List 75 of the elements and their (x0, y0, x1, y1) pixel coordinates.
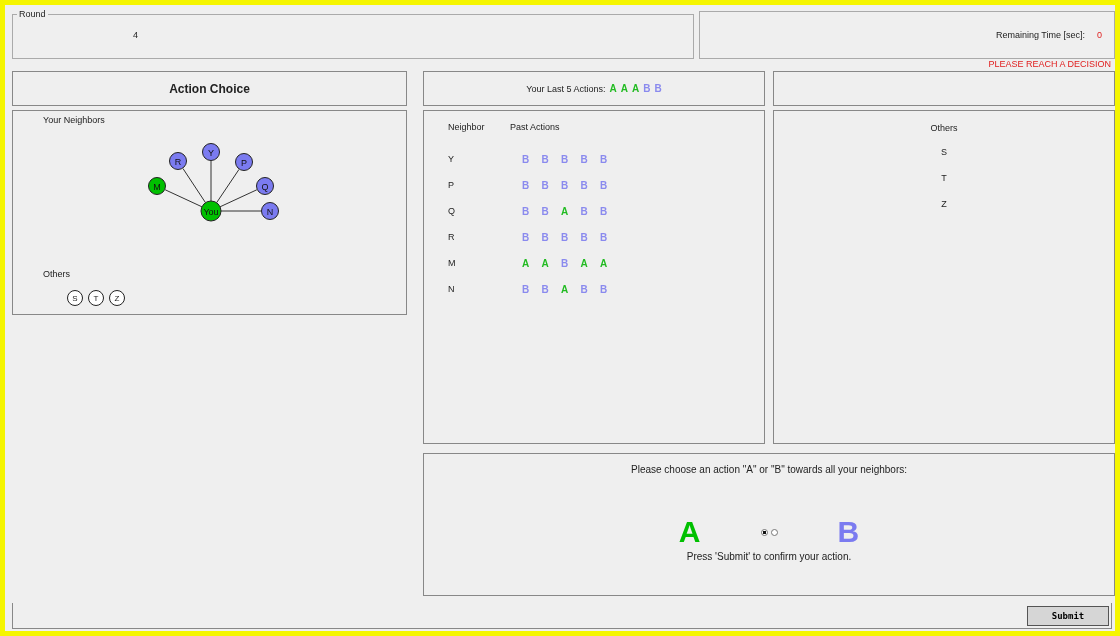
others-item: S (941, 147, 947, 159)
action-letter: B (580, 179, 589, 191)
action-letter: B (600, 283, 609, 295)
you-node: You (200, 200, 222, 222)
action-letter: B (643, 83, 651, 94)
others-title: Others (930, 123, 958, 133)
action-letter: A (580, 257, 589, 269)
column-header: Neighbor (448, 122, 484, 132)
neighbor-node: P (235, 153, 253, 171)
action-letter: B (580, 283, 589, 295)
action-letter: A (632, 83, 640, 94)
warning-text: PLEASE REACH A DECISION (988, 59, 1111, 71)
neighbor-node: R (169, 152, 187, 170)
action-letter: B (600, 153, 609, 165)
action-letter: A (561, 283, 570, 295)
network-edge (210, 160, 212, 202)
action-letter: B (654, 83, 662, 94)
other-node: S (67, 290, 83, 306)
option-letter: B (837, 515, 860, 549)
action-letter: B (541, 153, 550, 165)
neighbor-cell-text: Y (448, 154, 455, 164)
neighbor-node: N (261, 202, 279, 220)
panel-title: Action Choice (169, 81, 250, 96)
action-letter: B (561, 257, 570, 269)
choice-prompt: Please choose an action "A" or "B" towards all your neighbors: (631, 464, 907, 475)
action-letter: B (561, 231, 570, 243)
action-letter: B (522, 205, 531, 217)
last-actions-label: Your Last 5 Actions: (526, 83, 606, 94)
action-letter: B (522, 153, 531, 165)
others-item: T (941, 173, 947, 185)
radio-button[interactable] (760, 528, 768, 536)
action-letter: A (561, 205, 570, 217)
timer-label: Remaining Time [sec]: (995, 30, 1085, 40)
action-letter: B (580, 205, 589, 217)
round-number: 4 (133, 29, 138, 40)
neighbor-node: M (148, 177, 166, 195)
network-edge (220, 210, 262, 212)
neighbor-node: Y (202, 143, 220, 161)
neighbor-cell-text: M (448, 258, 457, 268)
action-letter: A (522, 257, 531, 269)
neighbor-cell-text: N (448, 284, 456, 294)
action-letter: B (522, 231, 531, 243)
action-letter: A (609, 83, 617, 94)
neighbor-node: Q (256, 177, 274, 195)
action-letter: B (541, 283, 550, 295)
timer-value: 0 (1097, 30, 1102, 40)
neighbor-cell-text: Q (448, 206, 456, 216)
column-header: Past Actions (510, 122, 560, 132)
action-letter: A (541, 257, 550, 269)
neighbor-cell-text: P (448, 180, 455, 190)
action-letter: B (600, 231, 609, 243)
action-letter: B (541, 231, 550, 243)
others-item: Z (941, 199, 947, 211)
choice-hint: Press 'Submit' to confirm your action. (686, 551, 852, 562)
action-letter: A (600, 257, 609, 269)
radio-button[interactable] (770, 528, 778, 536)
action-letter: B (522, 179, 531, 191)
action-letter: B (580, 231, 589, 243)
neighbors-label: Your Neighbors (43, 115, 106, 125)
action-letter: B (522, 283, 531, 295)
action-letter: B (541, 179, 550, 191)
action-letter: B (561, 179, 570, 191)
submit-button[interactable]: Submit (1027, 605, 1109, 626)
option-letter: A (678, 515, 701, 549)
action-letter: B (600, 205, 609, 217)
round-label: Round (18, 9, 47, 19)
action-letter: B (580, 153, 589, 165)
other-node: T (88, 290, 104, 306)
action-letter: B (561, 153, 570, 165)
action-letter: A (620, 83, 628, 94)
other-node: Z (109, 290, 125, 306)
action-letter: B (600, 179, 609, 191)
others-label: Others (43, 269, 71, 279)
neighbor-cell-text: R (448, 232, 456, 242)
action-letter: B (541, 205, 550, 217)
